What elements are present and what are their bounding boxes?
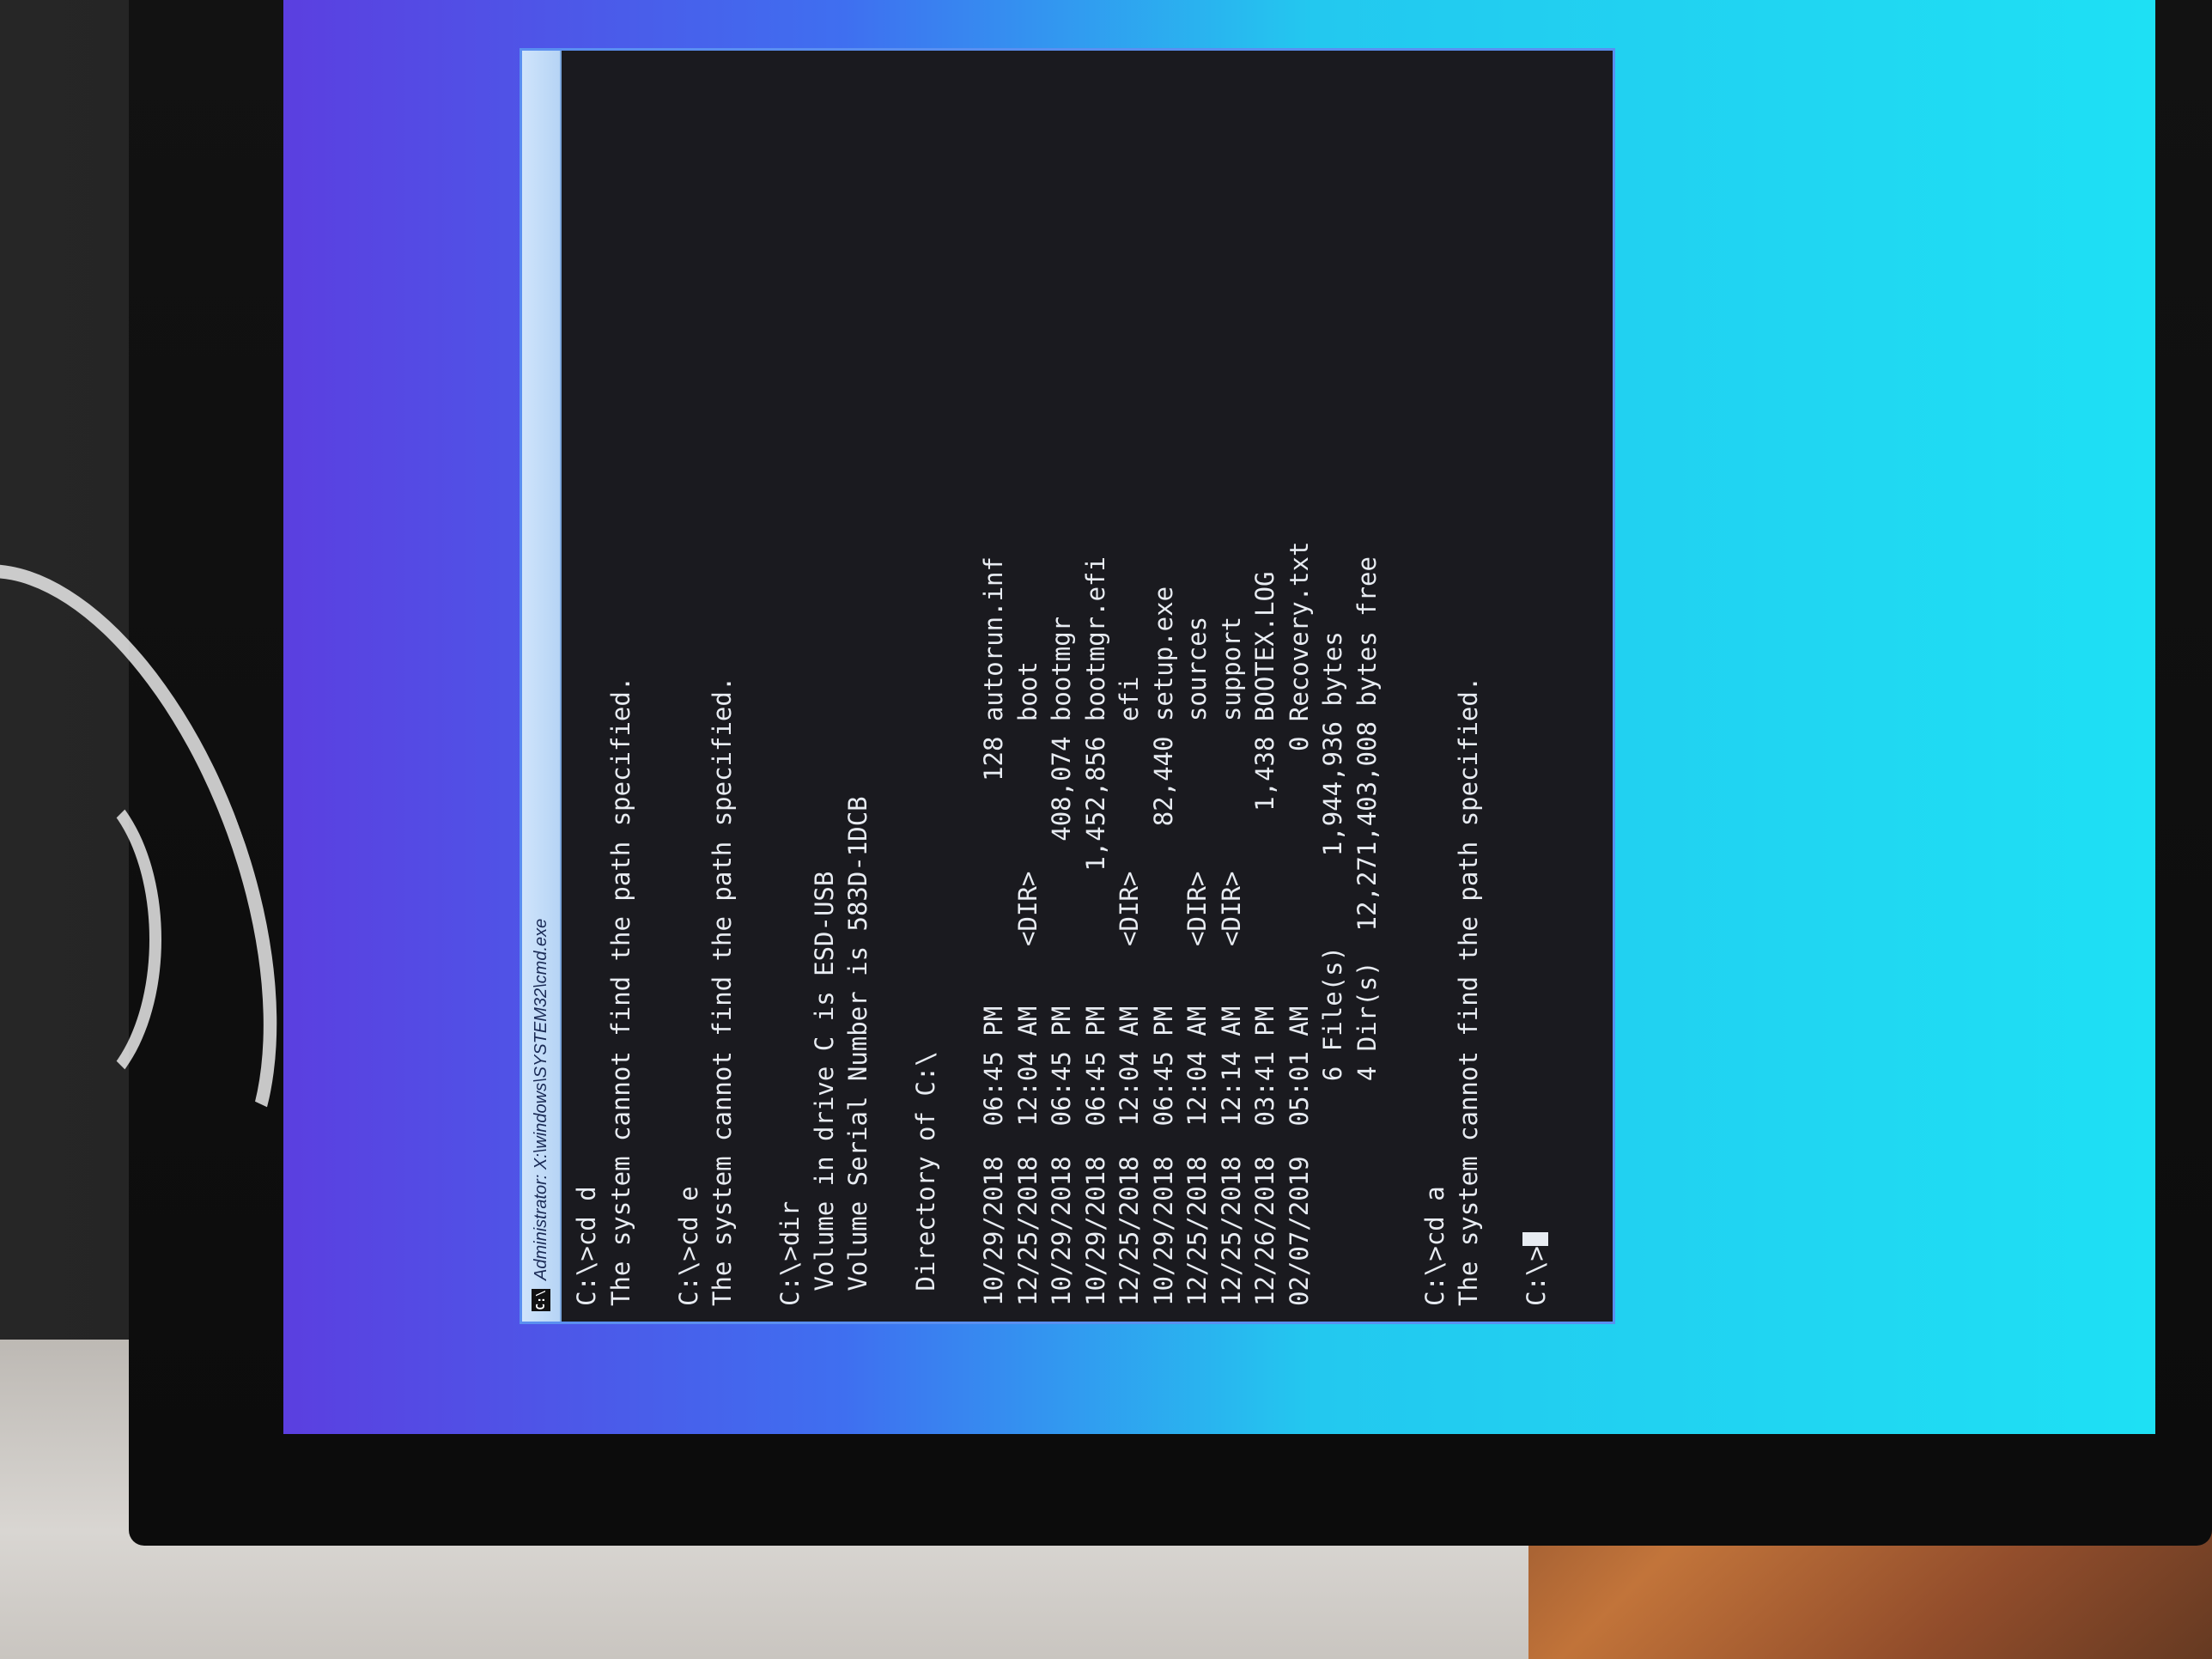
console-line: The system cannot find the path specifie… — [605, 676, 635, 1306]
console-line: Volume in drive C is ESD-USB — [809, 871, 839, 1306]
console-line: 10/29/2018 06:45 PM 128 autorun.inf — [979, 556, 1008, 1306]
console-line: C:\> — [1520, 70, 1554, 1306]
console-line: 12/25/2018 12:04 AM <DIR> sources — [1182, 616, 1212, 1306]
console-line: 10/29/2018 06:45 PM 82,440 setup.exe — [1148, 586, 1178, 1306]
text-cursor — [1522, 1232, 1548, 1247]
console-line: The system cannot find the path specifie… — [1454, 676, 1483, 1306]
console-line: 4 Dir(s) 12,271,403,008 bytes free — [1352, 556, 1382, 1306]
console-line: 12/25/2018 12:04 AM <DIR> boot — [1012, 661, 1042, 1306]
console-line: C:\>cd e — [673, 1186, 703, 1306]
console-line: 10/29/2018 06:45 PM 408,074 bootmgr — [1047, 616, 1076, 1306]
window-titlebar[interactable]: C:\ Administrator: X:\windows\SYSTEM32\c… — [522, 51, 562, 1322]
console-line: Volume Serial Number is 583D-1DCB — [843, 796, 872, 1306]
cmd-window[interactable]: C:\ Administrator: X:\windows\SYSTEM32\c… — [522, 51, 1613, 1322]
console-line: 12/26/2018 03:41 PM 1,438 BOOTEX.LOG — [1250, 571, 1279, 1306]
cmd-icon: C:\ — [532, 1289, 550, 1311]
console-line: 10/29/2018 06:45 PM 1,452,856 bootmgr.ef… — [1080, 556, 1110, 1306]
console-line: 12/25/2018 12:04 AM <DIR> efi — [1115, 676, 1144, 1306]
console-line: 6 File(s) 1,944,936 bytes — [1318, 631, 1347, 1306]
console-window-frame: C:\ Administrator: X:\windows\SYSTEM32\c… — [522, 51, 1613, 1322]
console-line: 02/07/2019 05:01 AM 0 Recovery.txt — [1284, 541, 1314, 1306]
console-line: The system cannot find the path specifie… — [708, 676, 737, 1306]
console-output[interactable]: C:\>cd d The system cannot find the path … — [570, 70, 1601, 1306]
console-line: 12/25/2018 12:14 AM <DIR> support — [1216, 616, 1246, 1306]
photo-scene: C:\ Administrator: X:\windows\SYSTEM32\c… — [0, 0, 2212, 1659]
window-title: Administrator: X:\windows\SYSTEM32\cmd.e… — [531, 918, 550, 1280]
console-line: C:\>cd a — [1419, 1186, 1449, 1306]
console-line: C:\>cd d — [572, 1186, 601, 1306]
console-line: C:\>dir — [775, 1200, 805, 1306]
console-line: Directory of C:\ — [911, 1051, 940, 1306]
